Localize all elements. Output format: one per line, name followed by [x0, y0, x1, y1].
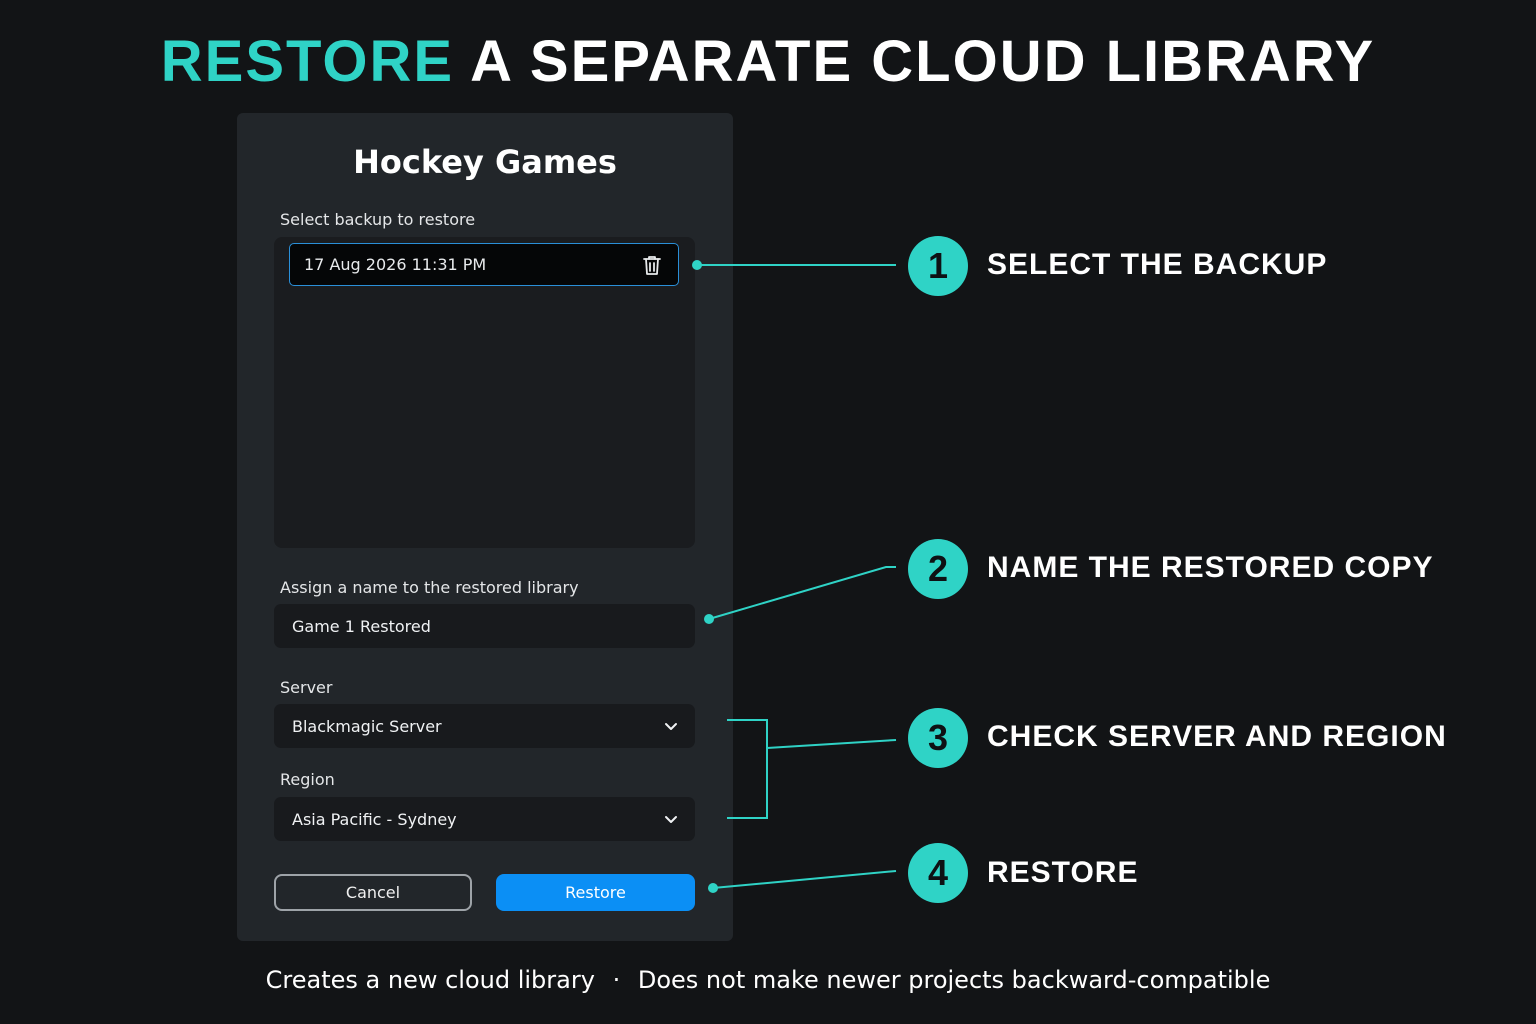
step-2-badge: 2 [908, 539, 968, 599]
connector-dot-1 [692, 260, 702, 270]
callout-connectors [692, 260, 897, 893]
step-1-badge: 1 [908, 236, 968, 296]
footer-separator: · [612, 966, 621, 994]
step-3-badge: 3 [908, 708, 968, 768]
step-4-label: RESTORE [987, 856, 1139, 889]
step-1-label: SELECT THE BACKUP [987, 248, 1328, 281]
tutorial-graphic: RESTORE A SEPARATE CLOUD LIBRARY Hockey … [0, 0, 1536, 1024]
step-2-label: NAME THE RESTORED COPY [987, 551, 1434, 584]
footer-left: Creates a new cloud library [265, 966, 595, 994]
footer-note: Creates a new cloud library · Does not m… [0, 966, 1536, 994]
connector-dot-4 [708, 883, 718, 893]
connector-step-2 [708, 566, 896, 620]
connector-step-4 [712, 870, 897, 889]
connector-step-3-bracket [727, 719, 768, 819]
step-4-badge: 4 [908, 843, 968, 903]
connector-dot-2 [704, 614, 714, 624]
connector-step-3 [766, 739, 897, 749]
footer-right: Does not make newer projects backward-co… [637, 966, 1271, 994]
step-3-label: CHECK SERVER AND REGION [987, 720, 1447, 753]
